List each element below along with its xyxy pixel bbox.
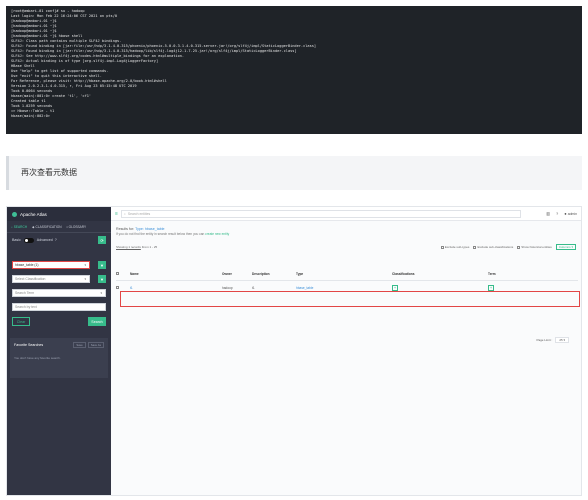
main-panel: ≡ ⌕ Search entities ▥ ? ● admin Results … bbox=[111, 207, 581, 495]
pagination: Page Limit : 25 ▾ bbox=[536, 337, 569, 343]
sidebar: Apache Atlas ⌕ SEARCH ◆ CLASSIFICATION ▪ GL… bbox=[7, 207, 111, 495]
help-icon[interactable]: ? bbox=[556, 211, 558, 216]
sidebar-tabs: ⌕ SEARCH ◆ CLASSIFICATION ▪ GLOSSARY bbox=[7, 221, 111, 233]
advanced-label: Advanced bbox=[36, 238, 53, 242]
col-type[interactable]: Type bbox=[296, 269, 392, 281]
search-mode-row: Basic Advanced ? ⟳ bbox=[7, 233, 111, 247]
select-all-checkbox[interactable] bbox=[116, 272, 119, 276]
help-icon[interactable]: ? bbox=[55, 238, 57, 242]
text-search-input[interactable]: Search by text bbox=[12, 303, 106, 311]
term-select[interactable]: Search Term ▾ bbox=[12, 289, 106, 297]
tab-classification[interactable]: ◆ CLASSIFICATION bbox=[32, 225, 61, 229]
exclude-subtypes-checkbox[interactable]: Exclude sub-types bbox=[440, 245, 469, 249]
chevron-down-icon: ▾ bbox=[84, 277, 86, 281]
stats-icon[interactable]: ▥ bbox=[546, 211, 550, 216]
favorite-searches-panel: Favorite Searches Save Save As You don't… bbox=[10, 338, 108, 378]
top-bar: ≡ ⌕ Search entities ▥ ? ● admin bbox=[111, 207, 581, 221]
show-historical-checkbox[interactable]: Show historical entities bbox=[517, 245, 552, 249]
col-term[interactable]: Term bbox=[488, 269, 578, 281]
classification-row: Select Classification ▾ ▼ bbox=[7, 275, 111, 283]
showing-count: Showing 1 records From 1 - 25 bbox=[116, 245, 158, 249]
exclude-subclassifications-checkbox[interactable]: Exclude sub-classifications bbox=[473, 245, 513, 249]
favorites-empty-text: You don't have any favorite search. bbox=[14, 356, 61, 360]
terminal-window[interactable]: [root@ambari-01 conf]# su - hadoop Last l… bbox=[6, 6, 582, 134]
search-button[interactable]: Search bbox=[88, 317, 106, 326]
save-as-button[interactable]: Save As bbox=[87, 342, 104, 348]
table-header-row: Name Owner Description Type Classificati… bbox=[116, 269, 578, 281]
chevron-down-icon: ▾ bbox=[100, 291, 102, 295]
menu-icon[interactable]: ≡ bbox=[115, 211, 118, 217]
tab-search[interactable]: ⌕ SEARCH bbox=[11, 225, 27, 229]
refresh-button[interactable]: ⟳ bbox=[98, 236, 106, 244]
add-classification-button[interactable]: + bbox=[392, 284, 398, 291]
highlight-box bbox=[120, 291, 580, 307]
favorites-title: Favorite Searches bbox=[14, 343, 44, 347]
caption-block: 再次查看元数据 bbox=[6, 156, 582, 190]
user-menu[interactable]: ● admin bbox=[564, 211, 577, 216]
basic-label: Basic bbox=[12, 238, 21, 242]
row-checkbox[interactable] bbox=[116, 285, 119, 289]
results-toolbar: Showing 1 records From 1 - 25 Exclude su… bbox=[111, 244, 581, 250]
caption-text: 再次查看元数据 bbox=[21, 168, 77, 177]
global-search-input[interactable]: ⌕ Search entities bbox=[120, 209, 521, 218]
brand-title: Apache Atlas bbox=[20, 211, 47, 217]
type-select[interactable]: hbase_table (1) ▾ bbox=[12, 261, 90, 269]
col-name[interactable]: Name bbox=[130, 269, 222, 281]
search-icon: ⌕ bbox=[123, 211, 126, 216]
terminal-line: hbase(main):002:0> bbox=[11, 114, 50, 118]
chevron-down-icon: ▾ bbox=[84, 263, 86, 267]
tab-glossary[interactable]: ▪ GLOSSARY bbox=[67, 225, 87, 229]
type-row: hbase_table (1) ▾ ▼ bbox=[7, 261, 111, 269]
save-button[interactable]: Save bbox=[73, 342, 86, 348]
page-limit-label: Page Limit : bbox=[536, 338, 553, 342]
classification-select[interactable]: Select Classification ▾ bbox=[12, 275, 90, 283]
user-icon: ● bbox=[564, 211, 567, 216]
search-mode-toggle[interactable] bbox=[23, 237, 34, 243]
add-term-button[interactable]: + bbox=[488, 284, 494, 291]
atlas-logo-icon bbox=[12, 211, 17, 217]
col-description[interactable]: Description bbox=[252, 269, 296, 281]
atlas-app: Apache Atlas ⌕ SEARCH ◆ CLASSIFICATION ▪ GL… bbox=[6, 206, 582, 496]
create-entity-link[interactable]: create new entity bbox=[205, 232, 229, 236]
col-classifications[interactable]: Classifications bbox=[392, 269, 488, 281]
tag-icon: ◆ bbox=[32, 224, 35, 229]
classification-filter-button[interactable]: ▼ bbox=[98, 275, 106, 283]
filter-button[interactable]: ▼ bbox=[98, 261, 106, 269]
brand: Apache Atlas bbox=[7, 207, 111, 221]
results-header: Results for: Type: hbase_table If you do… bbox=[116, 227, 230, 236]
col-owner[interactable]: Owner bbox=[222, 269, 252, 281]
page-limit-select[interactable]: 25 ▾ bbox=[555, 337, 569, 343]
search-buttons: Clear Search bbox=[12, 317, 106, 326]
book-icon: ▪ bbox=[66, 224, 68, 229]
search-icon: ⌕ bbox=[11, 224, 13, 229]
clear-button[interactable]: Clear bbox=[12, 317, 30, 326]
columns-button[interactable]: Columns ▾ bbox=[555, 244, 576, 250]
